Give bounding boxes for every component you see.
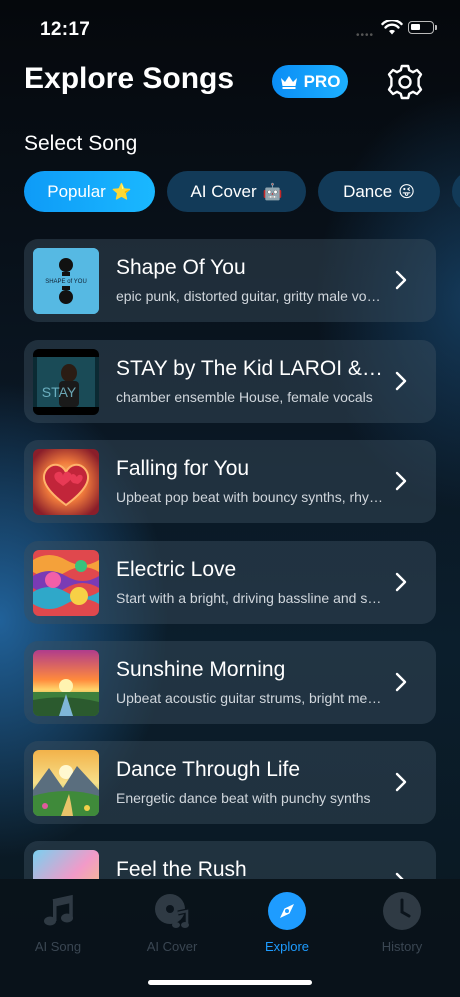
tab-explore[interactable]: Explore [232, 891, 342, 954]
album-cover [33, 650, 99, 716]
chip-more[interactable] [452, 171, 460, 212]
song-description: epic punk, distorted guitar, gritty male… [116, 288, 384, 304]
tab-label: AI Cover [146, 939, 198, 954]
song-title: Sunshine Morning [116, 658, 286, 681]
wifi-icon [381, 20, 403, 35]
stay-cover-icon: STAY [33, 349, 99, 415]
winking-face-icon: 😜 [398, 183, 415, 201]
tab-ai-song[interactable]: AI Song [3, 891, 113, 954]
hearts-cover-icon [33, 449, 99, 515]
chip-label: Dance [343, 181, 393, 201]
song-description: chamber ensemble House, female vocals [116, 389, 373, 405]
tab-history[interactable]: History [347, 891, 457, 954]
album-cover: STAY [33, 349, 99, 415]
category-chips: Popular ⭐ AI Cover 🤖 Dance 😜 [24, 171, 460, 213]
home-indicator [148, 980, 312, 985]
chip-popular[interactable]: Popular ⭐ [24, 171, 155, 212]
song-card[interactable]: Electric Love Start with a bright, drivi… [24, 541, 436, 624]
chip-ai-cover[interactable]: AI Cover 🤖 [167, 171, 306, 212]
chip-label: AI Cover [190, 181, 257, 201]
cover-text: SHAPE of YOU [45, 279, 87, 285]
tab-label: AI Song [34, 939, 82, 954]
music-note-icon [44, 894, 73, 926]
song-card[interactable]: Sunshine Morning Upbeat acoustic guitar … [24, 641, 436, 724]
status-bar: 12:17 •••• [0, 0, 460, 60]
tab-label: History [381, 939, 423, 954]
song-description: Upbeat acoustic guitar strums, bright me… [116, 690, 384, 706]
settings-gear-icon[interactable] [386, 63, 424, 101]
mountain-path-cover-icon [33, 750, 99, 816]
compass-icon [268, 892, 306, 930]
song-card[interactable]: SHAPE of YOU Shape Of You epic punk, dis… [24, 239, 436, 322]
page-title: Explore Songs [24, 62, 235, 95]
shape-of-you-cover-icon: SHAPE of YOU [33, 248, 99, 314]
song-title: Falling for You [116, 457, 250, 480]
cover-text: STAY [42, 384, 77, 400]
song-title: Feel the Rush [116, 858, 247, 879]
song-description: Energetic dance beat with punchy synths [116, 790, 371, 806]
song-description: Start with a bright, driving bassline an… [116, 590, 384, 606]
chip-dance[interactable]: Dance 😜 [318, 171, 440, 212]
status-time: 12:17 [40, 19, 91, 40]
select-song-label: Select Song [24, 132, 138, 155]
album-cover [33, 550, 99, 616]
tab-label: Explore [264, 939, 310, 954]
album-cover [33, 750, 99, 816]
star-icon: ⭐ [111, 183, 132, 201]
sunrise-cover-icon [33, 650, 99, 716]
chevron-right-icon [395, 270, 407, 290]
rush-cover-icon [33, 850, 99, 879]
chip-label: Popular [47, 181, 106, 201]
chevron-right-icon [395, 672, 407, 692]
album-cover [33, 449, 99, 515]
song-list: SHAPE of YOU Shape Of You epic punk, dis… [24, 239, 437, 879]
song-card[interactable]: Dance Through Life Energetic dance beat … [24, 741, 436, 824]
song-title: Electric Love [116, 558, 237, 581]
album-cover: SHAPE of YOU [33, 248, 99, 314]
chevron-right-icon [395, 471, 407, 491]
chevron-right-icon [395, 572, 407, 592]
song-title: STAY by The Kid LAROI & Justin Bieber [116, 357, 386, 380]
clock-icon [383, 892, 421, 930]
pro-label: PRO [303, 71, 341, 91]
battery-icon [408, 21, 437, 34]
crown-icon [280, 75, 297, 89]
song-card[interactable]: Feel the Rush [24, 841, 436, 879]
signal-dots-icon: •••• [356, 30, 375, 41]
tab-ai-cover[interactable]: AI Cover [117, 891, 227, 954]
psychedelic-cover-icon [33, 550, 99, 616]
song-card[interactable]: STAY STAY by The Kid LAROI & Justin Bieb… [24, 340, 436, 423]
album-cover [33, 850, 99, 879]
song-title: Dance Through Life [116, 758, 301, 781]
disc-icon [155, 894, 190, 928]
song-title: Shape Of You [116, 256, 246, 279]
chevron-right-icon [395, 872, 404, 879]
song-description: Upbeat pop beat with bouncy synths, rhyt… [116, 489, 384, 505]
song-card[interactable]: Falling for You Upbeat pop beat with bou… [24, 440, 436, 523]
chevron-right-icon [395, 371, 407, 391]
chevron-right-icon [395, 772, 407, 792]
robot-icon: 🤖 [262, 183, 283, 201]
pro-button[interactable]: PRO [272, 65, 348, 98]
